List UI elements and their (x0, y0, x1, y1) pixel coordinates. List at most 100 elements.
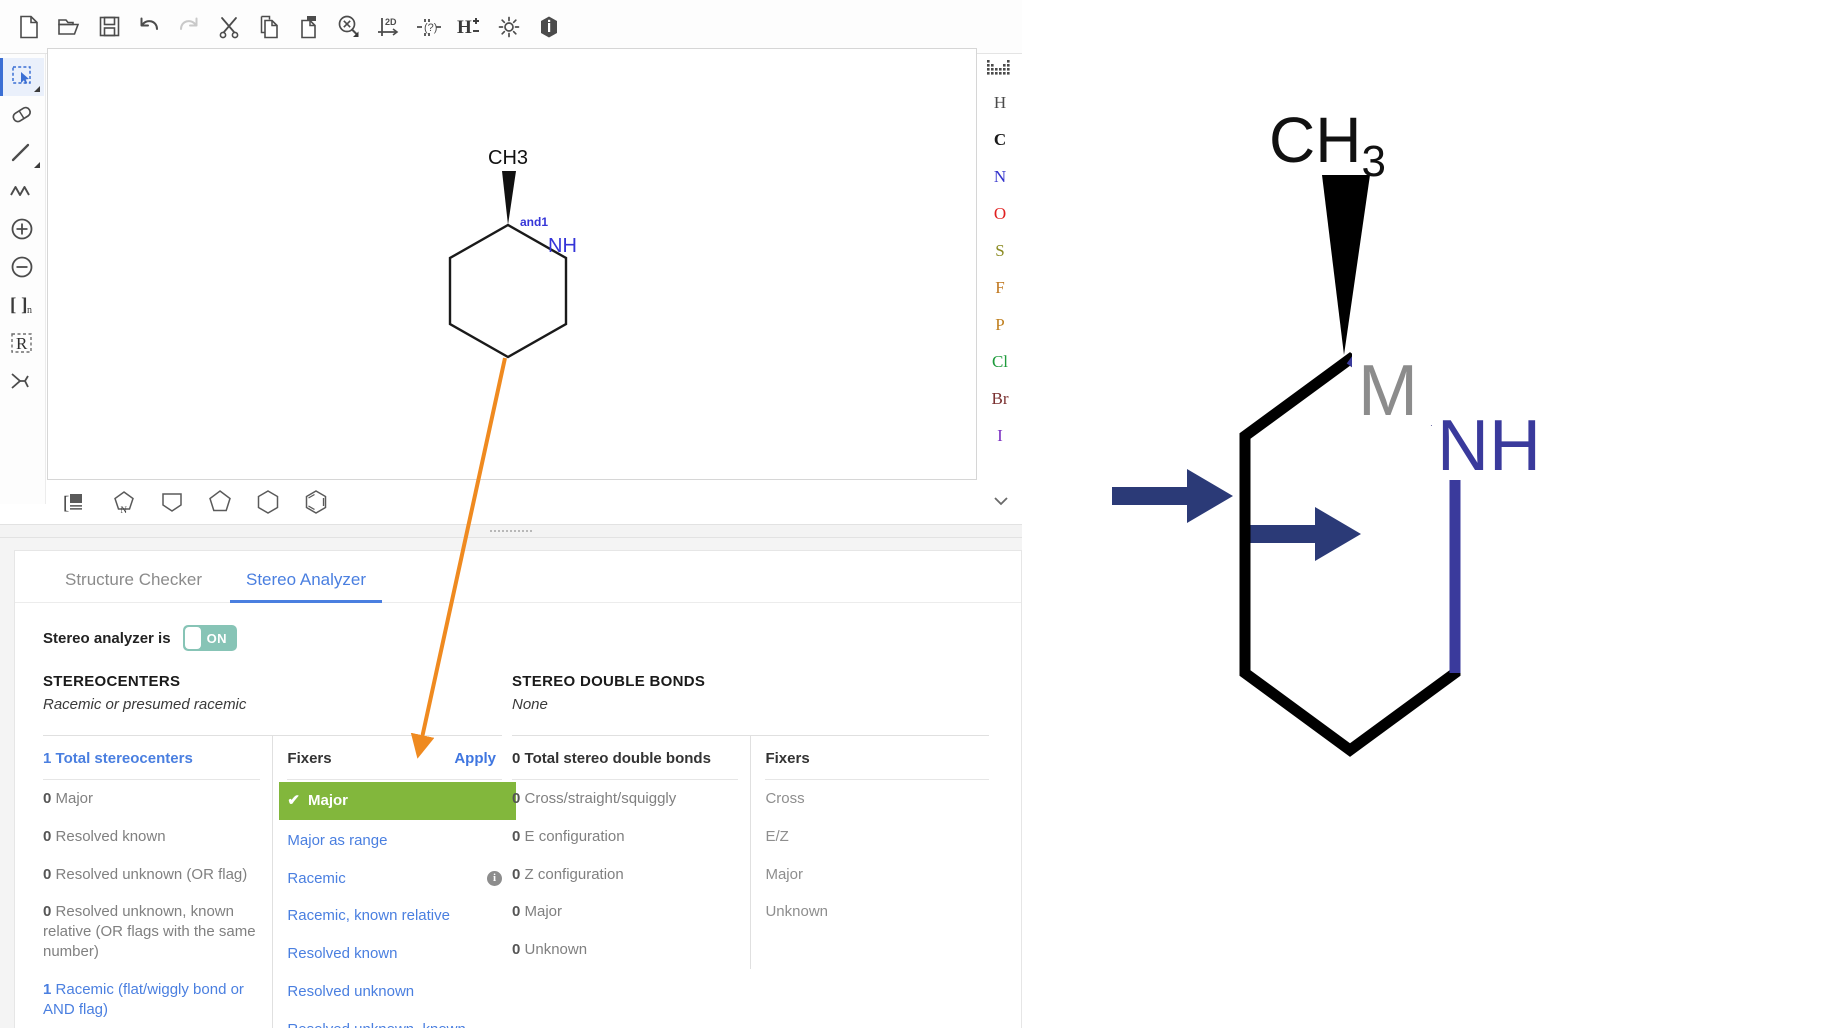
paste-icon[interactable] (290, 7, 328, 47)
svg-text:N: N (121, 505, 128, 515)
row-count: 0 (512, 903, 520, 920)
tool-rail: [ ]n R (0, 54, 46, 504)
pyrrole-ring-icon[interactable]: N (107, 485, 141, 519)
element-cl[interactable]: Cl (983, 343, 1017, 380)
panel-splitter[interactable] (0, 524, 1022, 538)
cyclopentane-ring-icon[interactable] (203, 485, 237, 519)
structure-canvas[interactable]: CH3 and1 NH (47, 48, 977, 480)
open-folder-icon[interactable] (50, 7, 88, 47)
element-o[interactable]: O (983, 195, 1017, 232)
element-symbol: S (995, 241, 1004, 261)
element-symbol: I (997, 426, 1003, 446)
chain-tool[interactable] (0, 172, 44, 210)
fixer-option-racemic[interactable]: Racemic i (287, 860, 502, 898)
increase-charge-tool[interactable] (0, 210, 44, 248)
analyzer-toggle-label: Stereo analyzer is (43, 630, 171, 647)
periodic-table-icon[interactable] (983, 54, 1017, 84)
element-symbol: O (994, 204, 1006, 224)
cut-icon[interactable] (210, 7, 248, 47)
element-s[interactable]: S (983, 232, 1017, 269)
clean-2d-icon[interactable]: 2D (370, 7, 408, 47)
fixer-label: E/Z (765, 827, 788, 847)
tab-stereo-analyzer[interactable]: Stereo Analyzer (224, 570, 388, 602)
analyzer-toggle-row: Stereo analyzer is ON (15, 603, 1021, 651)
more-templates-chevron-down-icon[interactable] (992, 492, 1010, 510)
double-bond-row: 0 Unknown (512, 931, 738, 969)
fixers-label: Fixers (765, 736, 989, 780)
double-bond-fixers: Fixers Cross E/Z Major (750, 736, 989, 969)
benzene-ring-icon[interactable] (299, 485, 333, 519)
double-bond-row: 0 E configuration (512, 818, 738, 856)
analyzer-toggle[interactable]: ON (183, 625, 237, 651)
analysis-columns: STEREOCENTERS Racemic or presumed racemi… (15, 651, 1021, 1028)
stereocenter-row: 0 Resolved unknown, known relative (OR f… (43, 893, 260, 970)
decrease-charge-tool[interactable] (0, 248, 44, 286)
stereocenter-row: 0 Resolved unknown (OR flag) (43, 856, 260, 894)
panel-tabs: Structure Checker Stereo Analyzer (15, 551, 1021, 603)
tab-structure-checker[interactable]: Structure Checker (43, 570, 224, 602)
selection-tool[interactable] (0, 58, 44, 96)
stereocenter-row[interactable]: 1 Racemic (flat/wiggly bond or AND flag) (43, 971, 260, 1028)
save-icon[interactable] (90, 7, 128, 47)
copy-icon[interactable] (250, 7, 288, 47)
tool-options-corner[interactable] (34, 86, 40, 92)
fixer-option-major[interactable]: ✔Major (279, 782, 516, 820)
cyclobutane-ring-icon[interactable] (155, 485, 189, 519)
stereo-double-bonds-section: STEREO DOUBLE BONDS None 0 Total stereo … (502, 673, 989, 1028)
fixer-option-racemic-known-relative[interactable]: Racemic, known relative (287, 897, 502, 935)
element-c[interactable]: C (983, 121, 1017, 158)
element-i[interactable]: I (983, 417, 1017, 454)
process-arrow-1 (1112, 469, 1233, 523)
bond-options-corner[interactable] (34, 162, 40, 168)
canvas-stereo-flag: and1 (520, 215, 548, 229)
canvas-molecule[interactable]: CH3 and1 NH (48, 49, 978, 479)
repeating-unit-tool[interactable]: [ ]n (0, 286, 44, 324)
fixer-option-resolved-unknown-known-relative[interactable]: Resolved unknown, known relative (287, 1011, 502, 1028)
settings-gear-icon[interactable] (490, 7, 528, 47)
single-bond-tool[interactable] (0, 134, 44, 172)
stereocenters-section: STEREOCENTERS Racemic or presumed racemi… (15, 673, 502, 1028)
eraser-tool[interactable] (0, 96, 44, 134)
canvas-nitrogen-label: NH (548, 235, 577, 257)
undo-icon[interactable] (130, 7, 168, 47)
attachment-point-tool[interactable] (0, 362, 44, 400)
template-library-icon[interactable]: [ (59, 485, 93, 519)
apply-button[interactable]: Apply (454, 750, 502, 767)
methyl-wedge (1322, 175, 1370, 355)
toggle-knob (185, 627, 201, 649)
fixer-label: Resolved unknown (287, 982, 414, 1002)
double-bond-row: 0 Cross/straight/squiggly (512, 780, 738, 818)
unknown-bond-icon[interactable]: (?) (410, 7, 448, 47)
row-count: 0 (43, 828, 51, 845)
info-icon[interactable] (530, 7, 568, 47)
zoom-erase-icon[interactable] (330, 7, 368, 47)
row-label: Resolved unknown (OR flag) (56, 866, 248, 883)
stereocenter-row: 0 Resolved known (43, 818, 260, 856)
redo-icon[interactable] (170, 7, 208, 47)
fixer-option-major: Major (765, 856, 989, 894)
fixer-label: Racemic (287, 869, 345, 889)
fixers-label: Fixers (287, 750, 331, 767)
element-p[interactable]: P (983, 306, 1017, 343)
element-symbol: P (995, 315, 1004, 335)
new-file-icon[interactable] (10, 7, 48, 47)
cyclohexane-ring-icon[interactable] (251, 485, 285, 519)
stereocenters-subtitle: Racemic or presumed racemic (43, 696, 502, 713)
svg-text:[: [ (63, 493, 69, 514)
fixer-label: Unknown (765, 902, 828, 922)
svg-text:n: n (27, 305, 32, 316)
row-label: Major (56, 790, 94, 807)
hydrogen-pm-icon[interactable]: H (450, 7, 488, 47)
element-f[interactable]: F (983, 269, 1017, 306)
r-group-tool[interactable]: R (0, 324, 44, 362)
element-br[interactable]: Br (983, 380, 1017, 417)
element-n[interactable]: N (983, 158, 1017, 195)
info-icon[interactable]: i (487, 871, 502, 886)
fixer-option-major-as-range[interactable]: Major as range (287, 822, 502, 860)
fixer-option-resolved-unknown[interactable]: Resolved unknown (287, 973, 502, 1011)
double-bonds-total-head: 0 Total stereo double bonds (512, 736, 738, 780)
fixer-label: Cross (765, 789, 804, 809)
element-h[interactable]: H (983, 84, 1017, 121)
fixer-option-resolved-known[interactable]: Resolved known (287, 935, 502, 973)
row-count: 0 (512, 941, 520, 958)
